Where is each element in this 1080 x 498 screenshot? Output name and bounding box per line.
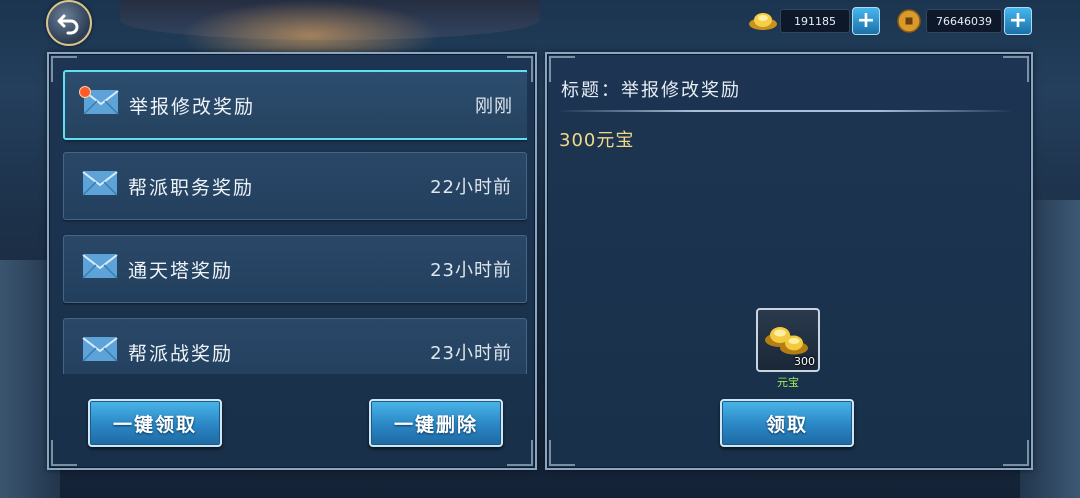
reward-item-slot[interactable]: 300 bbox=[756, 308, 820, 372]
back-arrow-icon bbox=[57, 14, 79, 35]
reward-count: 300 bbox=[794, 355, 815, 368]
mail-list-panel: 举报修改奖励 刚刚 帮派职务奖励 22小时前 通天塔奖励 23小时前 帮派战奖励… bbox=[47, 52, 537, 470]
mail-time: 23小时前 bbox=[430, 260, 512, 281]
mail-item[interactable]: 帮派战奖励 23小时前 bbox=[63, 318, 527, 374]
title-divider bbox=[557, 110, 1013, 112]
add-ingot-button[interactable]: + bbox=[852, 7, 880, 35]
coin-amount: 76646039 bbox=[926, 9, 1002, 33]
plus-icon: + bbox=[856, 8, 876, 33]
delete-all-button[interactable]: 一键删除 bbox=[369, 399, 503, 447]
back-button[interactable] bbox=[46, 0, 92, 46]
mail-item[interactable]: 通天塔奖励 23小时前 bbox=[63, 235, 527, 303]
mail-title: 通天塔奖励 bbox=[128, 260, 234, 282]
mail-detail-title: 标题：举报修改奖励 bbox=[561, 80, 741, 101]
mail-time: 23小时前 bbox=[430, 343, 512, 364]
claim-all-button[interactable]: 一键领取 bbox=[88, 399, 222, 447]
mail-title: 帮派职务奖励 bbox=[128, 177, 255, 199]
mail-title: 帮派战奖励 bbox=[128, 343, 234, 365]
add-coin-button[interactable]: + bbox=[1004, 7, 1032, 35]
panel-corner-ornament bbox=[507, 440, 533, 466]
unread-dot bbox=[79, 86, 91, 98]
plus-icon: + bbox=[1008, 8, 1028, 33]
mail-item[interactable]: 举报修改奖励 刚刚 bbox=[63, 70, 527, 140]
mail-list[interactable]: 举报修改奖励 刚刚 帮派职务奖励 22小时前 通天塔奖励 23小时前 帮派战奖励… bbox=[63, 68, 527, 374]
panel-corner-ornament bbox=[1003, 56, 1029, 82]
panel-corner-ornament bbox=[549, 440, 575, 466]
envelope-icon bbox=[82, 337, 118, 362]
mail-detail-body: 300元宝 bbox=[559, 130, 635, 151]
reward-item-name: 元宝 bbox=[777, 376, 799, 389]
ingot-currency: 191185 + bbox=[748, 7, 880, 35]
mail-item[interactable]: 帮派职务奖励 22小时前 bbox=[63, 152, 527, 220]
envelope-icon bbox=[82, 254, 118, 279]
mail-time: 22小时前 bbox=[430, 177, 512, 198]
mail-title: 举报修改奖励 bbox=[129, 96, 256, 118]
panel-corner-ornament bbox=[51, 440, 77, 466]
coin-currency: 76646039 + bbox=[894, 7, 1032, 35]
envelope-icon bbox=[82, 171, 118, 196]
mail-time: 刚刚 bbox=[475, 96, 513, 117]
gold-ingot-icon bbox=[748, 8, 778, 34]
ingot-amount: 191185 bbox=[780, 9, 850, 33]
panel-corner-ornament bbox=[1003, 440, 1029, 466]
claim-button[interactable]: 领取 bbox=[720, 399, 854, 447]
copper-coin-icon bbox=[894, 8, 924, 34]
mail-detail-panel: 标题：举报修改奖励 300元宝 300 元宝 领取 bbox=[545, 52, 1033, 470]
